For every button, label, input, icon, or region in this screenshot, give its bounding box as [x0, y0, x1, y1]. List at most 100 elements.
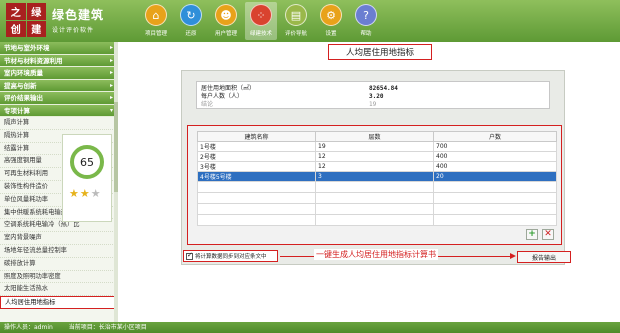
app-name: 绿色建筑 [52, 8, 105, 22]
sidebar-group[interactable]: 节地与室外环境 ▸ [0, 42, 117, 55]
toolbar-label: 用户管理 [214, 31, 237, 37]
sidebar-group[interactable]: 评价结果输出 ▸ [0, 92, 117, 105]
star-rating: ★★★ [69, 187, 102, 200]
sync-checkbox[interactable]: 将计算数据同步到对应条文中 [183, 250, 278, 262]
info-box: 居住用地面积（㎡） 82654.84 每户人数（人） 3.20 结论 19 [196, 81, 550, 109]
add-row-button[interactable]: + [526, 229, 538, 240]
table-row[interactable]: 3号楼 12 400 [197, 161, 557, 172]
chevron-icon: ▾ [109, 106, 113, 114]
restore-icon: ↻ [180, 4, 202, 26]
table-cell[interactable]: 12 [315, 161, 434, 172]
star-filled-icon: ★ [79, 187, 91, 200]
score-card: 65 ★★★ [62, 134, 112, 222]
sidebar-item[interactable]: 场地年径流总量控制率 [0, 245, 117, 258]
sidebar-item[interactable]: 人均居住用地指标 [0, 296, 117, 309]
table-cell[interactable] [315, 192, 434, 204]
checkbox-checked-icon[interactable] [186, 251, 193, 260]
sidebar-item[interactable]: 照度及照明功率密度 [0, 271, 117, 284]
toolbar-label: 绿建技术 [249, 31, 272, 37]
sidebar-item[interactable]: 隔声计算 [0, 117, 117, 130]
dots-icon: ⁘ [250, 4, 272, 26]
toolbar-button[interactable]: ▤ 评价导航 [280, 2, 312, 40]
table-cell[interactable]: 20 [433, 171, 557, 182]
status-project: 当前项目：长治市某小区项目 [68, 324, 147, 331]
app-subtitle: 设计评价软件 [52, 27, 95, 34]
table-body: 1号楼 19 700 2号楼 12 400 3号楼 12 400 4号楼5号楼 3 20 [197, 141, 557, 226]
table-cell[interactable]: 400 [433, 161, 557, 172]
sidebar-group[interactable]: 专项计算 ▾ [0, 104, 117, 117]
table-cell[interactable]: 12 [315, 151, 434, 162]
help-icon: ? [355, 4, 377, 26]
column-header[interactable]: 层数 [315, 131, 434, 142]
table-row[interactable]: 2号楼 12 400 [197, 151, 557, 162]
info-value: 3.20 [369, 93, 384, 100]
toolbar-button[interactable]: ☻ 用户管理 [210, 2, 242, 40]
table-cell[interactable] [433, 192, 557, 204]
report-output-button[interactable]: 报告输出 [517, 251, 571, 263]
toolbar-button[interactable]: ⌂ 项目管理 [140, 2, 172, 40]
sidebar-groups: 节地与室外环境 ▸ 节材与材料资源利用 ▸ 室内环境质量 ▸ 提高与创新 ▸ 评价结果输出 ▸ 专项… [0, 42, 117, 117]
logo-char: 绿 [26, 3, 46, 20]
table-cell[interactable] [197, 181, 316, 193]
column-header[interactable]: 户数 [433, 131, 557, 142]
app-header: 之 绿 创 建 绿色建筑 设计评价软件 ⌂ 项目管理 ↻ 还原 ☻ 用户管理 ⁘ 绿建技术 ▤ 评… [0, 0, 620, 42]
score-value: 65 [80, 155, 94, 169]
status-operator: 操作人员：admin [4, 324, 53, 331]
table-cell[interactable]: 1号楼 [197, 141, 316, 152]
annotation-text: 一键生成人均居住用地指标计算书 [314, 249, 438, 260]
delete-row-button[interactable]: ✕ [542, 229, 554, 240]
table-cell[interactable]: 700 [433, 141, 557, 152]
logo-char: 之 [6, 3, 26, 20]
table-row-empty[interactable] [197, 203, 557, 215]
annotation-arrow-head [510, 253, 516, 259]
star-empty-icon: ★ [90, 187, 102, 200]
sidebar-group[interactable]: 节材与材料资源利用 ▸ [0, 54, 117, 67]
table-cell[interactable]: 19 [315, 141, 434, 152]
table-cell[interactable]: 2号楼 [197, 151, 316, 162]
table-cell[interactable] [433, 214, 557, 226]
table-row-empty[interactable] [197, 181, 557, 193]
column-header[interactable]: 建筑名称 [197, 131, 316, 142]
building-grid-frame: 建筑名称 层数 户数 1号楼 19 700 2号楼 12 400 3号楼 12 400 4号楼5号… [187, 125, 562, 245]
sidebar-item[interactable]: 太阳能生活热水 [0, 283, 117, 297]
home-icon: ⌂ [145, 4, 167, 26]
status-bar: 操作人员：admin 当前项目：长治市某小区项目 [0, 322, 620, 333]
table-cell[interactable] [315, 203, 434, 215]
table-cell[interactable] [433, 203, 557, 215]
table-row[interactable]: 4号楼5号楼 3 20 [197, 171, 557, 182]
table-cell[interactable]: 400 [433, 151, 557, 162]
table-cell[interactable]: 4号楼5号楼 [197, 171, 316, 182]
main-content: 人均居住用地指标 居住用地面积（㎡） 82654.84 每户人数（人） 3.20… [118, 42, 620, 322]
sidebar-group-label: 提高与创新 [4, 81, 37, 90]
user-icon: ☻ [215, 4, 237, 26]
table-cell[interactable] [197, 214, 316, 226]
table-cell[interactable] [433, 181, 557, 193]
toolbar-button[interactable]: ? 帮助 [350, 2, 382, 40]
toolbar-button[interactable]: ↻ 还原 [175, 2, 207, 40]
main-toolbar: ⌂ 项目管理 ↻ 还原 ☻ 用户管理 ⁘ 绿建技术 ▤ 评价导航 ⚙ 设置? 帮助 [140, 2, 385, 40]
page-title: 人均居住用地指标 [328, 44, 432, 60]
toolbar-button[interactable]: ⚙ 设置 [315, 2, 347, 40]
table-cell[interactable] [197, 192, 316, 204]
table-cell[interactable] [315, 214, 434, 226]
sidebar-group[interactable]: 室内环境质量 ▸ [0, 67, 117, 80]
table-header-row: 建筑名称 层数 户数 [197, 131, 557, 142]
sidebar-group[interactable]: 提高与创新 ▸ [0, 79, 117, 92]
table-row-empty[interactable] [197, 214, 557, 226]
score-circle: 65 [70, 145, 104, 179]
chevron-icon: ▸ [109, 69, 113, 76]
table-cell[interactable] [197, 203, 316, 215]
toolbar-button[interactable]: ⁘ 绿建技术 [245, 2, 277, 40]
table-cell[interactable] [315, 181, 434, 193]
info-label: 结论 [201, 101, 214, 108]
sidebar-item[interactable]: 碳排放计算 [0, 258, 117, 271]
logo-char: 建 [26, 20, 46, 37]
toolbar-label: 设置 [325, 31, 337, 37]
sidebar-item[interactable]: 室内背景噪声 [0, 232, 117, 245]
table-row-empty[interactable] [197, 192, 557, 204]
sidebar: 节地与室外环境 ▸ 节材与材料资源利用 ▸ 室内环境质量 ▸ 提高与创新 ▸ 评价结果输出 ▸ 专项… [0, 42, 118, 322]
table-cell[interactable]: 3 [315, 171, 434, 182]
table-cell[interactable]: 3号楼 [197, 161, 316, 172]
chevron-icon: ▸ [109, 44, 113, 51]
table-row[interactable]: 1号楼 19 700 [197, 141, 557, 152]
